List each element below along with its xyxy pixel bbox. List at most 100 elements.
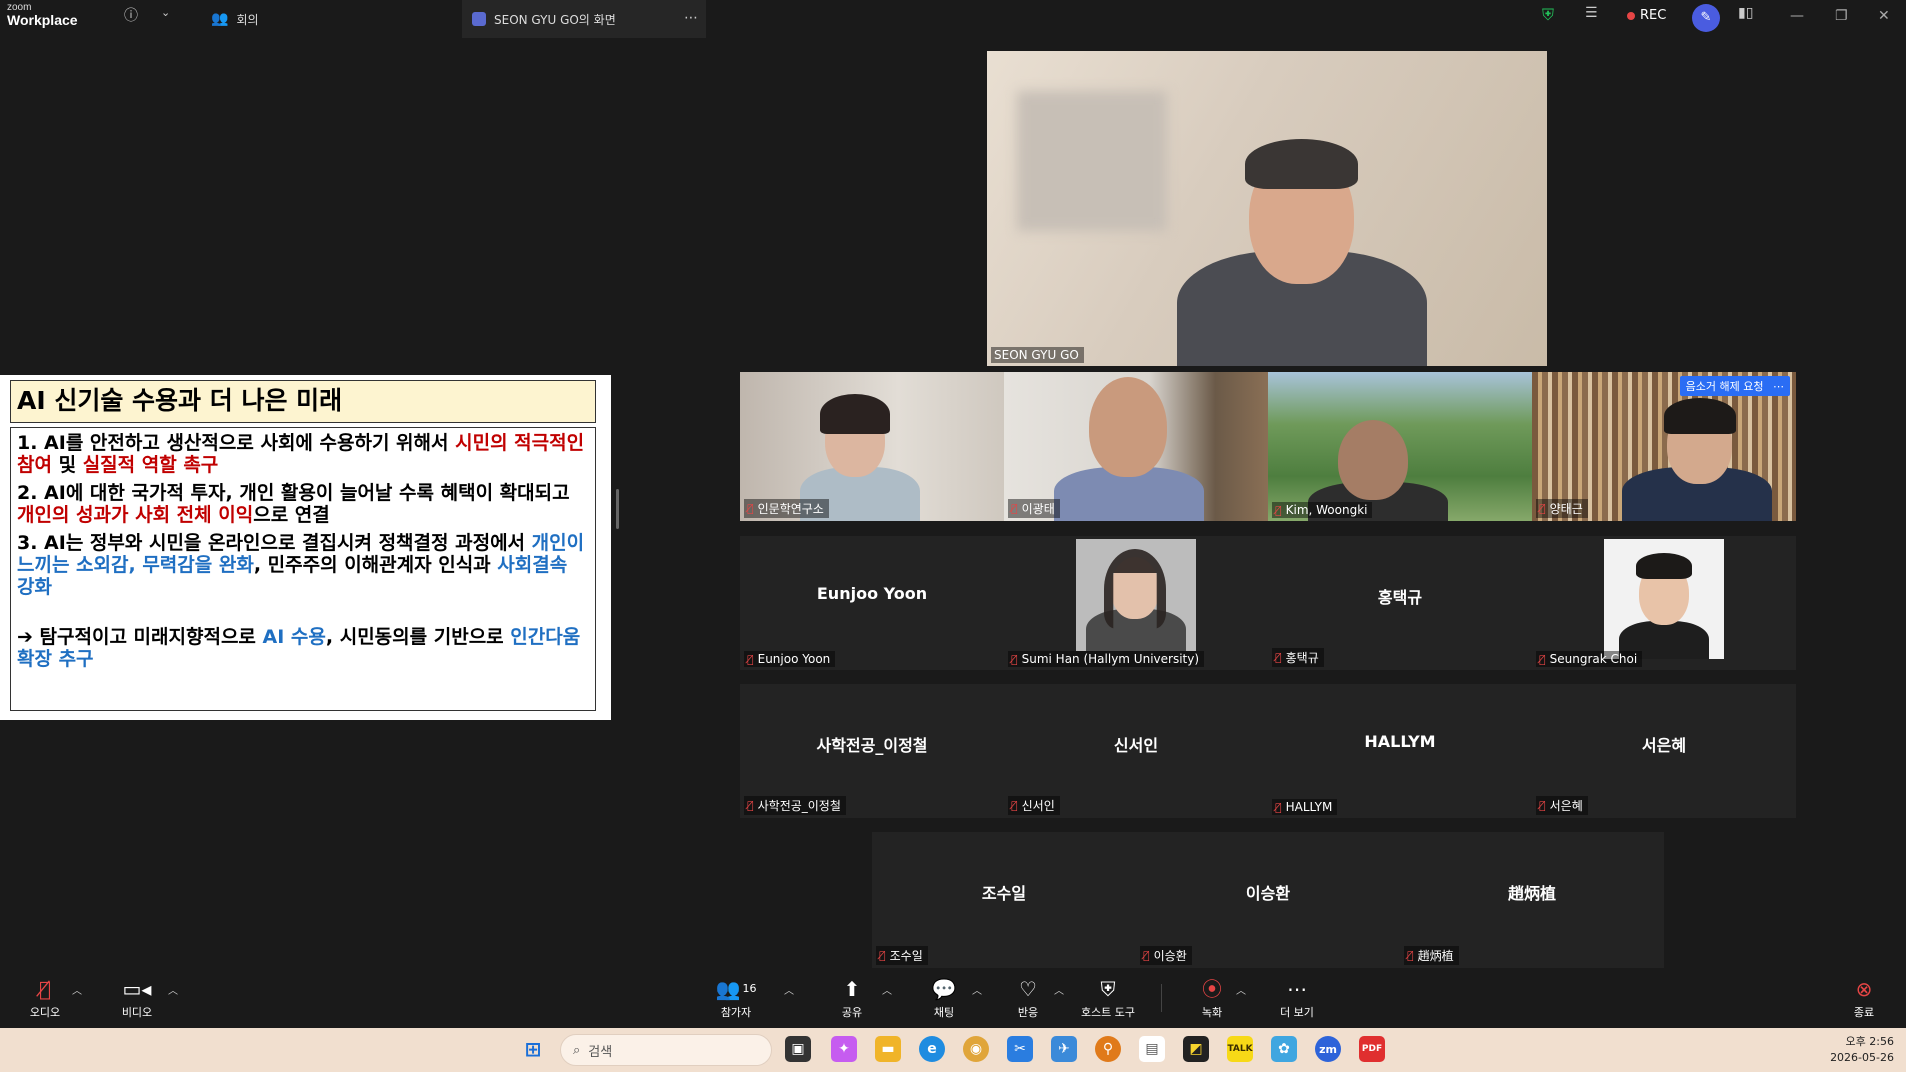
participant-tile[interactable]: 🎙̸ Kim, Woongki (1268, 372, 1532, 521)
slide-text: 2. AI에 대한 국가적 투자, 개인 활용이 늘어날 수록 혜택이 확대되고 (17, 482, 570, 504)
more-options-icon[interactable]: ⋯ (684, 10, 698, 26)
participant-tile[interactable]: 음소거 해제 요청 ⋯ 🎙̸ 양태근 (1532, 372, 1796, 521)
chrome-browser-icon[interactable]: ◉ (963, 1036, 989, 1062)
snipping-tool-icon[interactable]: ✂ (1007, 1036, 1033, 1062)
record-options-caret-icon[interactable]: ︿ (1236, 982, 1246, 997)
unmute-request-badge[interactable]: 음소거 해제 요청 ⋯ (1679, 376, 1790, 396)
participant-name: 조수일 (889, 949, 923, 963)
app-icon[interactable]: ✈ (1051, 1036, 1077, 1062)
share-button[interactable]: ⬆ 공유 (830, 968, 874, 1028)
participant-tile[interactable]: 이승환 🎙̸ 이승환 (1136, 832, 1400, 968)
task-view-icon[interactable]: ▣ (785, 1036, 811, 1062)
participant-hair (1664, 398, 1736, 434)
participants-button[interactable]: 👥 16 참가자 (708, 968, 764, 1028)
mic-muted-icon: 🎙̸ (1275, 651, 1282, 664)
mic-muted-icon: 🎙̸ (1143, 949, 1150, 962)
slide-point-2: 2. AI에 대한 국가적 투자, 개인 활용이 늘어날 수록 혜택이 확대되고… (17, 482, 589, 526)
kakaotalk-icon[interactable]: TALK (1227, 1036, 1253, 1062)
audio-button[interactable]: 🎙̸ 오디오 (20, 968, 70, 1028)
participant-tile[interactable]: 신서인 🎙̸ 신서인 (1004, 684, 1268, 818)
participants-options-caret-icon[interactable]: ︿ (784, 982, 794, 997)
sticky-notes-icon[interactable]: ◩ (1183, 1036, 1209, 1062)
taskbar-clock[interactable]: 오후 2:56 2026-05-26 (1830, 1034, 1894, 1066)
reactions-button[interactable]: ♡ 반응 (1006, 968, 1050, 1028)
participant-name: 인문학연구소 (757, 502, 824, 516)
participant-tile[interactable]: 홍택규 🎙̸ 홍택규 (1268, 536, 1532, 670)
minimize-icon[interactable]: — (1790, 8, 1804, 24)
participant-name: Sumi Han (Hallym University) (1021, 652, 1200, 666)
heart-icon: ♡ (1019, 977, 1037, 1001)
participants-count: 16 (742, 982, 757, 995)
participant-name: 이승환 (1153, 949, 1187, 963)
chat-button[interactable]: 💬 채팅 (922, 968, 966, 1028)
audio-options-caret-icon[interactable]: ︿ (72, 982, 82, 997)
participant-tile[interactable]: 趙炳植 🎙̸ 趙炳植 (1400, 832, 1664, 968)
end-x-icon: ⊗ (1855, 977, 1873, 1001)
pdf-app-icon[interactable]: PDF (1359, 1036, 1385, 1062)
participant-head (1089, 377, 1167, 477)
participant-tile[interactable]: 🎙̸ 인문학연구소 (740, 372, 1004, 521)
video-options-caret-icon[interactable]: ︿ (168, 982, 178, 997)
participant-tile[interactable]: 조수일 🎙̸ 조수일 (872, 832, 1136, 968)
slide-conclusion: ➔ 탐구적이고 미래지향적으로 AI 수용, 시민동의를 기반으로 인간다움 확… (17, 626, 589, 670)
background-blur (1017, 91, 1167, 231)
annotate-pen-icon[interactable]: ✎ (1692, 4, 1720, 32)
close-icon[interactable]: ✕ (1878, 8, 1890, 24)
info-icon[interactable]: ⓘ (124, 5, 138, 25)
windows-start-icon[interactable]: ⊞ (520, 1036, 546, 1062)
participant-tile[interactable]: 🎙̸ Sumi Han (Hallym University) (1004, 536, 1268, 670)
participant-tile[interactable]: Eunjoo Yoon 🎙̸ Eunjoo Yoon (740, 536, 1004, 670)
participant-display-name: 홍택규 (1377, 588, 1423, 607)
toolbar-divider (1161, 984, 1162, 1012)
tab-screen-share[interactable]: SEON GYU GO의 화면 ⋯ (462, 0, 706, 38)
mic-muted-icon: 🎙̸ (1539, 799, 1546, 812)
restore-icon[interactable]: ❐ (1835, 8, 1848, 24)
splitter-handle[interactable] (616, 489, 619, 529)
shield-check-icon[interactable]: ⛨ (1542, 5, 1554, 25)
shield-icon: ⛨ (1100, 977, 1116, 1001)
participant-tile[interactable]: HALLYM 🎙̸ HALLYM (1268, 684, 1532, 818)
file-explorer-icon[interactable]: ▬ (875, 1036, 901, 1062)
recording-indicator[interactable]: REC (1627, 8, 1666, 23)
participant-hair (820, 394, 890, 434)
reactions-options-caret-icon[interactable]: ︿ (1054, 982, 1064, 997)
app-icon-2[interactable]: ✿ (1271, 1036, 1297, 1062)
participant-tile[interactable]: 🎙̸ Seungrak Choi (1532, 536, 1796, 670)
mic-muted-icon: 🎙̸ (747, 652, 754, 666)
participant-name-tag: 🎙̸ Kim, Woongki (1272, 502, 1373, 518)
taskbar-search-box[interactable]: ⌕ 검색 (560, 1034, 772, 1066)
chat-options-caret-icon[interactable]: ︿ (972, 982, 982, 997)
active-speaker-tile[interactable]: SEON GYU GO (987, 51, 1547, 366)
record-dot-icon (1627, 11, 1635, 20)
tab-screen-share-label: SEON GYU GO의 화면 (494, 12, 616, 27)
avatar-hair (1636, 553, 1692, 579)
search-app-icon[interactable]: ⚲ (1095, 1036, 1121, 1062)
meeting-toolbar: 🎙̸ 오디오 ︿ ▭◂ 비디오 ︿ 👥 16 참가자 ︿ ⬆ 공유 ︿ 💬 채팅 … (0, 968, 1906, 1028)
more-button[interactable]: ⋯ 더 보기 (1272, 968, 1322, 1028)
more-icon[interactable]: ⋯ (1773, 380, 1784, 393)
tab-meetings[interactable]: 👥 회의 (205, 0, 460, 38)
host-tools-button[interactable]: ⛨ 호스트 도구 (1072, 968, 1144, 1028)
participant-tile[interactable]: 서은혜 🎙̸ 서은혜 (1532, 684, 1796, 818)
zoom-app-icon[interactable]: zm (1315, 1036, 1341, 1062)
document-icon[interactable]: ▤ (1139, 1036, 1165, 1062)
search-icon: ⌕ (573, 1042, 581, 1058)
chat-bubble-icon: 💬 (931, 977, 957, 1001)
notes-icon[interactable]: ☰ (1585, 5, 1598, 21)
participant-name-tag: 🎙̸ Eunjoo Yoon (744, 651, 836, 667)
participants-label: 참가자 (720, 1006, 752, 1019)
participant-tile[interactable]: 사학전공_이정철 🎙̸ 사학전공_이정철 (740, 684, 1004, 818)
more-label: 더 보기 (1280, 1006, 1314, 1019)
video-button[interactable]: ▭◂ 비디오 (112, 968, 162, 1028)
participant-display-name: 서은혜 (1641, 736, 1687, 755)
people-icon: 👥 (211, 11, 229, 27)
edge-browser-icon[interactable]: e (919, 1036, 945, 1062)
end-meeting-button[interactable]: ⊗ 종료 (1844, 968, 1884, 1028)
participant-tile[interactable]: 🎙̸ 이광태 (1004, 372, 1268, 521)
chevron-down-icon[interactable]: ⌄ (161, 6, 170, 19)
share-options-caret-icon[interactable]: ︿ (882, 982, 892, 997)
mic-muted-icon: 🎙̸ (1011, 502, 1018, 515)
record-button[interactable]: ⦿ 녹화 (1190, 968, 1234, 1028)
copilot-icon[interactable]: ✦ (831, 1036, 857, 1062)
layout-icon[interactable]: ▮▯ (1738, 5, 1753, 21)
